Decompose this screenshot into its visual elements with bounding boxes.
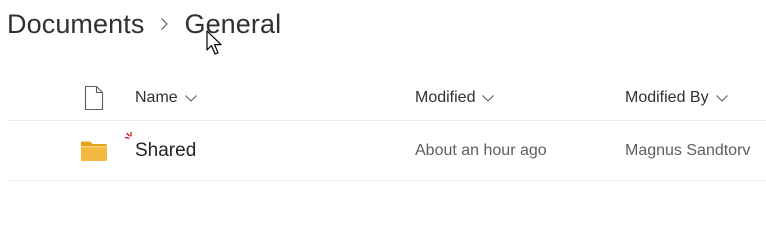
chevron-down-icon	[184, 91, 198, 105]
row-modified-value: About an hour ago	[415, 141, 547, 159]
column-header-modified-by[interactable]: Modified By	[625, 76, 766, 120]
column-header-file-type[interactable]	[77, 76, 111, 120]
row-modified-by-value[interactable]: Magnus Sandtorv	[625, 142, 750, 160]
column-header-name-label: Name	[135, 89, 178, 106]
column-header-row: Name Modified Modified By	[7, 76, 766, 121]
row-name-link[interactable]: Shared	[135, 140, 196, 161]
breadcrumb-item-general[interactable]: General	[184, 9, 281, 40]
column-header-name[interactable]: Name	[135, 76, 385, 120]
file-type-icon	[84, 86, 104, 110]
column-header-modified[interactable]: Modified	[415, 76, 615, 120]
row-name-cell[interactable]: Shared	[124, 121, 385, 180]
chevron-down-icon	[481, 91, 495, 105]
breadcrumb: Documents General	[7, 4, 281, 44]
breadcrumb-item-documents[interactable]: Documents	[7, 9, 144, 40]
column-header-modified-by-label: Modified By	[625, 89, 709, 106]
new-item-sparkle-icon	[124, 128, 137, 140]
document-list: Name Modified Modified By Shared About a…	[7, 76, 766, 181]
chevron-right-icon	[144, 4, 184, 44]
row-modified-cell: About an hour ago	[415, 121, 615, 180]
table-row[interactable]: Shared About an hour ago Magnus Sandtorv	[7, 121, 766, 181]
folder-icon	[80, 140, 108, 162]
row-modified-by-cell: Magnus Sandtorv	[625, 121, 766, 180]
row-name-wrap: Shared	[124, 131, 196, 162]
column-header-modified-label: Modified	[415, 89, 476, 106]
row-type-cell[interactable]	[77, 121, 111, 180]
chevron-down-icon	[715, 91, 729, 105]
